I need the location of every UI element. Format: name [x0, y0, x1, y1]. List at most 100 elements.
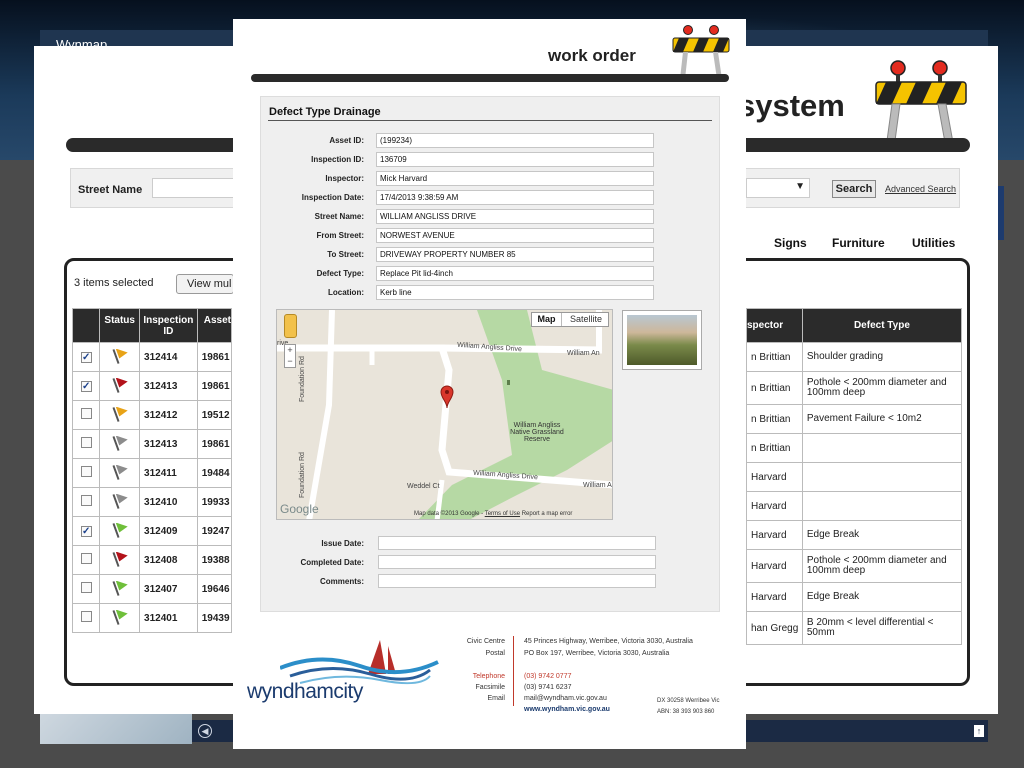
- inspection-id-cell: 312401: [139, 603, 198, 633]
- street-name-input[interactable]: [152, 178, 242, 198]
- table-row[interactable]: ✓ 312414 19861: [71, 342, 233, 372]
- location-map[interactable]: rive William Angliss Drive William An Fo…: [276, 309, 613, 520]
- table-row[interactable]: 312412 19512: [71, 400, 233, 430]
- map-label-weddel: Weddel Ct: [407, 483, 440, 490]
- report-map-error-link[interactable]: Report a map error: [522, 511, 573, 517]
- row-checkbox[interactable]: [80, 408, 92, 419]
- terms-of-use-link[interactable]: Terms of Use: [485, 511, 520, 517]
- info-icon[interactable]: ↑: [974, 725, 984, 737]
- defect-type-cell: [801, 491, 963, 521]
- column-header-inspector[interactable]: spector: [746, 308, 803, 343]
- table-row[interactable]: ✓ 312413 19861: [71, 371, 233, 401]
- email-address[interactable]: mail@wyndham.vic.gov.au: [524, 695, 607, 702]
- field-value[interactable]: Kerb line: [376, 285, 654, 300]
- google-logo: Google: [280, 502, 319, 516]
- field-value[interactable]: 17/4/2013 9:38:59 AM: [376, 190, 654, 205]
- search-button[interactable]: Search: [832, 180, 876, 198]
- table-row[interactable]: n Brittian Pavement Failure < 10m2: [746, 404, 963, 434]
- row-checkbox[interactable]: ✓: [80, 351, 92, 363]
- back-arrow-icon[interactable]: ◀: [198, 724, 212, 738]
- empty-field-input[interactable]: [378, 555, 656, 569]
- row-checkbox-cell: [71, 429, 101, 459]
- pegman-icon[interactable]: [284, 314, 297, 338]
- tab-utilities[interactable]: Utilities: [912, 236, 955, 250]
- field-label: Inspection ID:: [311, 155, 364, 164]
- field-value[interactable]: WILLIAM ANGLISS DRIVE: [376, 209, 654, 224]
- defect-photo-thumbnail[interactable]: [622, 310, 702, 370]
- row-checkbox[interactable]: [80, 495, 92, 506]
- asset-cell: 19861: [196, 371, 233, 401]
- status-cell: [99, 574, 141, 604]
- table-row[interactable]: Harvard: [746, 491, 963, 521]
- field-value[interactable]: NORWEST AVENUE: [376, 228, 654, 243]
- field-value[interactable]: Replace Pit lid-4inch: [376, 266, 654, 281]
- table-row[interactable]: Harvard Edge Break: [746, 582, 963, 612]
- row-checkbox[interactable]: [80, 466, 92, 477]
- app-title: system: [738, 88, 845, 123]
- zoom-in-icon[interactable]: +: [285, 345, 295, 356]
- row-checkbox[interactable]: [80, 437, 92, 448]
- tab-signs[interactable]: Signs: [774, 236, 807, 250]
- defect-type-cell: [801, 433, 963, 463]
- chevron-down-icon: ▼: [795, 181, 805, 192]
- empty-field-input[interactable]: [378, 536, 656, 550]
- table-row[interactable]: Harvard Pothole < 200mm diameter and 100m…: [746, 549, 963, 583]
- table-row[interactable]: n Brittian Pothole < 200mm diameter and 1…: [746, 371, 963, 405]
- field-label: Location:: [328, 288, 364, 297]
- row-checkbox[interactable]: ✓: [80, 525, 92, 537]
- column-header-inspection-id[interactable]: Inspection ID: [139, 308, 198, 343]
- table-row[interactable]: 312407 19646: [71, 574, 233, 604]
- field-value[interactable]: 136709: [376, 152, 654, 167]
- satellite-view-button[interactable]: Satellite: [563, 313, 609, 326]
- asset-cell: 19439: [196, 603, 233, 633]
- status-flag-icon: [111, 347, 129, 365]
- table-row[interactable]: ✓ 312409 19247: [71, 516, 233, 546]
- map-attribution-text: Map data ©2013 Google -: [414, 511, 484, 517]
- status-cell: [99, 429, 141, 459]
- table-row[interactable]: Harvard Edge Break: [746, 520, 963, 550]
- field-label: Issue Date:: [321, 539, 364, 548]
- row-checkbox[interactable]: ✓: [80, 380, 92, 392]
- asset-cell: 19646: [196, 574, 233, 604]
- map-view-button[interactable]: Map: [532, 313, 562, 326]
- defect-type-cell: B 20mm < level differential < 50mm: [801, 611, 963, 645]
- zoom-out-icon[interactable]: −: [285, 356, 295, 367]
- filter-select[interactable]: ▼: [746, 178, 810, 198]
- inspection-id-cell: 312413: [139, 371, 198, 401]
- row-checkbox[interactable]: [80, 553, 92, 564]
- row-checkbox[interactable]: [80, 611, 92, 622]
- field-label: Inspector:: [325, 174, 364, 183]
- website-link[interactable]: www.wyndham.vic.gov.au: [524, 706, 610, 713]
- field-value[interactable]: Mick Harvard: [376, 171, 654, 186]
- column-header-defect-type[interactable]: Defect Type: [801, 308, 963, 343]
- work-order-divider: [251, 74, 729, 82]
- column-header-status[interactable]: Status: [99, 308, 141, 343]
- field-value[interactable]: DRIVEWAY PROPERTY NUMBER 85: [376, 247, 654, 262]
- defect-type-cell: Edge Break: [801, 582, 963, 612]
- zoom-control[interactable]: + −: [284, 344, 296, 368]
- table-row[interactable]: 312411 19484: [71, 458, 233, 488]
- roadblock-icon-small: [672, 25, 730, 79]
- category-tabs: Signs Furniture Utilities: [760, 236, 970, 252]
- table-row[interactable]: 312401 19439: [71, 603, 233, 633]
- asset-cell: 19861: [196, 429, 233, 459]
- table-row[interactable]: Harvard: [746, 462, 963, 492]
- tab-furniture[interactable]: Furniture: [832, 236, 885, 250]
- table-row[interactable]: 312413 19861: [71, 429, 233, 459]
- table-row[interactable]: 312410 19933: [71, 487, 233, 517]
- inspection-id-cell: 312413: [139, 429, 198, 459]
- field-value[interactable]: (199234): [376, 133, 654, 148]
- table-row[interactable]: n Brittian: [746, 433, 963, 463]
- row-checkbox[interactable]: [80, 582, 92, 593]
- defect-type-cell: Pothole < 200mm diameter and 100mm deep: [801, 549, 963, 583]
- advanced-search-link[interactable]: Advanced Search: [885, 184, 956, 194]
- column-header-asset[interactable]: Asset: [196, 308, 233, 343]
- status-flag-icon: [111, 492, 129, 510]
- table-row[interactable]: han Gregg B 20mm < level differential < 5…: [746, 611, 963, 645]
- table-row[interactable]: n Brittian Shoulder grading: [746, 342, 963, 372]
- view-multiple-button[interactable]: View mul: [176, 274, 234, 294]
- side-tab[interactable]: [998, 186, 1004, 240]
- table-row[interactable]: 312408 19388: [71, 545, 233, 575]
- asset-cell: 19388: [196, 545, 233, 575]
- empty-field-input[interactable]: [378, 574, 656, 588]
